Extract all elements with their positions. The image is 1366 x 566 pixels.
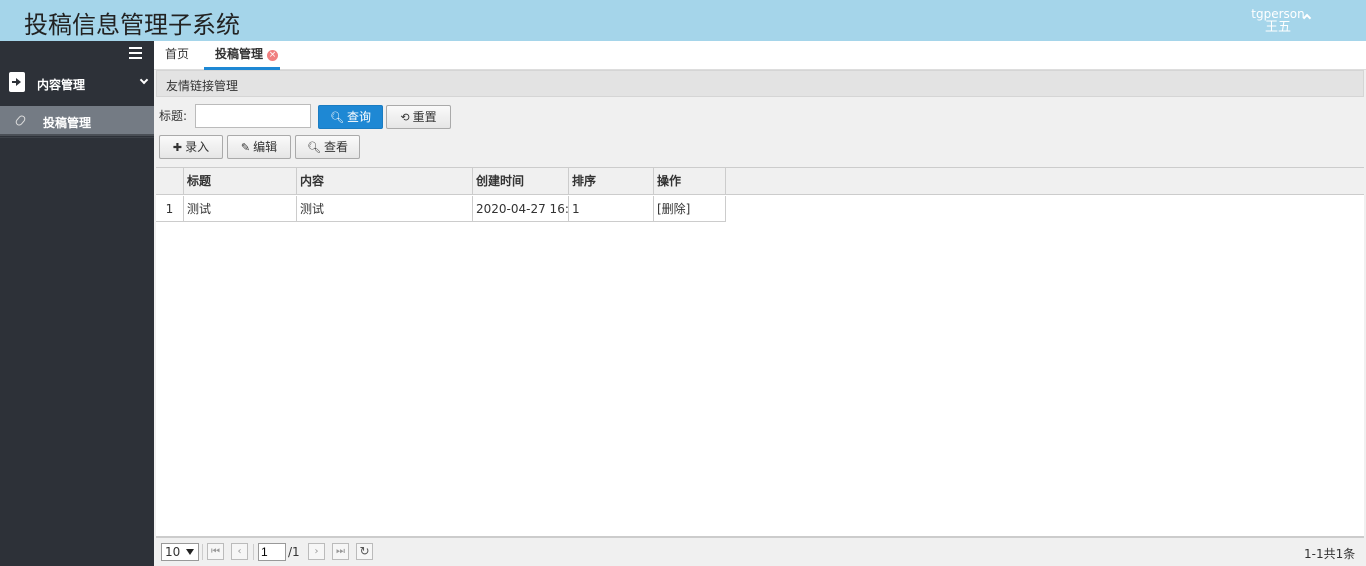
last-page-icon[interactable]: ⏭: [332, 543, 349, 560]
refresh-icon[interactable]: ↻: [356, 543, 373, 560]
pencil-icon: ✎: [240, 141, 251, 154]
cell-title: 测试: [184, 196, 297, 222]
table-row[interactable]: 1 测试 测试 2020-04-27 16:3 1 [删除]: [156, 196, 726, 222]
hamburger-menu-icon[interactable]: [129, 47, 142, 59]
page-info: 1-1共1条: [1304, 547, 1356, 561]
delete-link[interactable]: [删除]: [657, 202, 690, 216]
page-size-select[interactable]: 10: [161, 543, 199, 561]
cell-ops: [删除]: [654, 196, 726, 222]
prev-page-icon[interactable]: ‹: [231, 543, 248, 560]
panel-title: 友情链接管理: [166, 79, 239, 93]
column-header-ops[interactable]: 操作: [654, 168, 726, 195]
cell-created: 2020-04-27 16:3: [473, 196, 569, 222]
edit-button-label: 编辑: [253, 140, 278, 154]
search-label: 标题:: [159, 109, 188, 123]
query-button-label: 查询: [346, 110, 371, 124]
column-header-sort[interactable]: 排序: [569, 168, 654, 195]
sidebar-group-content[interactable]: 内容管理: [0, 69, 154, 97]
close-icon[interactable]: ×: [267, 50, 278, 61]
link-icon: [14, 114, 27, 127]
tab-submissions[interactable]: 投稿管理 ×: [204, 41, 280, 70]
add-button[interactable]: ✚ 录入: [159, 135, 223, 159]
column-header-index: [156, 168, 184, 195]
pagination-bar: 10 ⏮ ‹ /1 › ⏭ ↻ 1-1共1条: [156, 537, 1364, 566]
reset-button-label: 重置: [412, 110, 437, 124]
search-icon: 🔍︎: [307, 141, 321, 154]
page-size-value: 10: [165, 545, 181, 559]
sidebar-group-label: 内容管理: [37, 78, 86, 92]
user-name: 王五: [1264, 20, 1291, 35]
tab-label: 投稿管理: [215, 47, 264, 61]
pager-separator: [253, 544, 254, 560]
caret-down-icon: [186, 549, 194, 555]
cell-content: 测试: [297, 196, 473, 222]
user-menu[interactable]: tgperson 王五: [1243, 7, 1313, 37]
column-header-title[interactable]: 标题: [184, 168, 297, 195]
cell-sort: 1: [569, 196, 654, 222]
add-button-label: 录入: [185, 140, 210, 154]
sidebar-item-submissions[interactable]: 投稿管理: [0, 106, 154, 136]
data-grid: 标题 内容 创建时间 排序 操作 1 测试 测试 2020-04-27 16:3…: [156, 167, 1364, 537]
view-button[interactable]: 🔍︎ 查看: [295, 135, 360, 159]
search-icon: 🔍︎: [330, 111, 344, 124]
plus-icon: ✚: [172, 141, 183, 154]
grid-header: 标题 内容 创建时间 排序 操作: [156, 168, 1364, 195]
edit-button[interactable]: ✎ 编辑: [227, 135, 291, 159]
panel-header: 友情链接管理: [156, 70, 1364, 97]
column-header-content[interactable]: 内容: [297, 168, 473, 195]
app-header: 投稿信息管理子系统 tgperson 王五: [0, 0, 1366, 41]
first-page-icon[interactable]: ⏮: [207, 543, 224, 560]
refresh-icon: ⟲: [400, 111, 410, 124]
document-arrow-icon: [9, 72, 25, 92]
app-title: 投稿信息管理子系统: [24, 11, 240, 39]
sidebar: 内容管理 投稿管理: [0, 41, 154, 566]
title-search-input[interactable]: [195, 104, 311, 128]
query-button[interactable]: 🔍︎ 查询: [318, 105, 383, 129]
main-panel: 友情链接管理 标题: 🔍︎ 查询 ⟲ 重置 ✚ 录入 ✎ 编辑 🔍︎ 查看 标题 内容 创…: [156, 70, 1364, 566]
tab-bar: 首页 投稿管理 ×: [154, 41, 1366, 70]
reset-button[interactable]: ⟲ 重置: [386, 105, 451, 129]
sidebar-item-label: 投稿管理: [43, 116, 92, 130]
tab-home[interactable]: 首页: [165, 41, 189, 70]
view-button-label: 查看: [323, 140, 348, 154]
next-page-icon[interactable]: ›: [308, 543, 325, 560]
page-number-input[interactable]: [258, 543, 286, 561]
sidebar-divider: [0, 137, 154, 138]
row-index: 1: [156, 196, 184, 222]
chevron-down-icon: [139, 75, 149, 85]
total-pages: /1: [288, 545, 300, 559]
pager-separator: [202, 544, 203, 560]
column-header-created[interactable]: 创建时间: [473, 168, 569, 195]
user-login: tgperson: [1251, 7, 1305, 21]
